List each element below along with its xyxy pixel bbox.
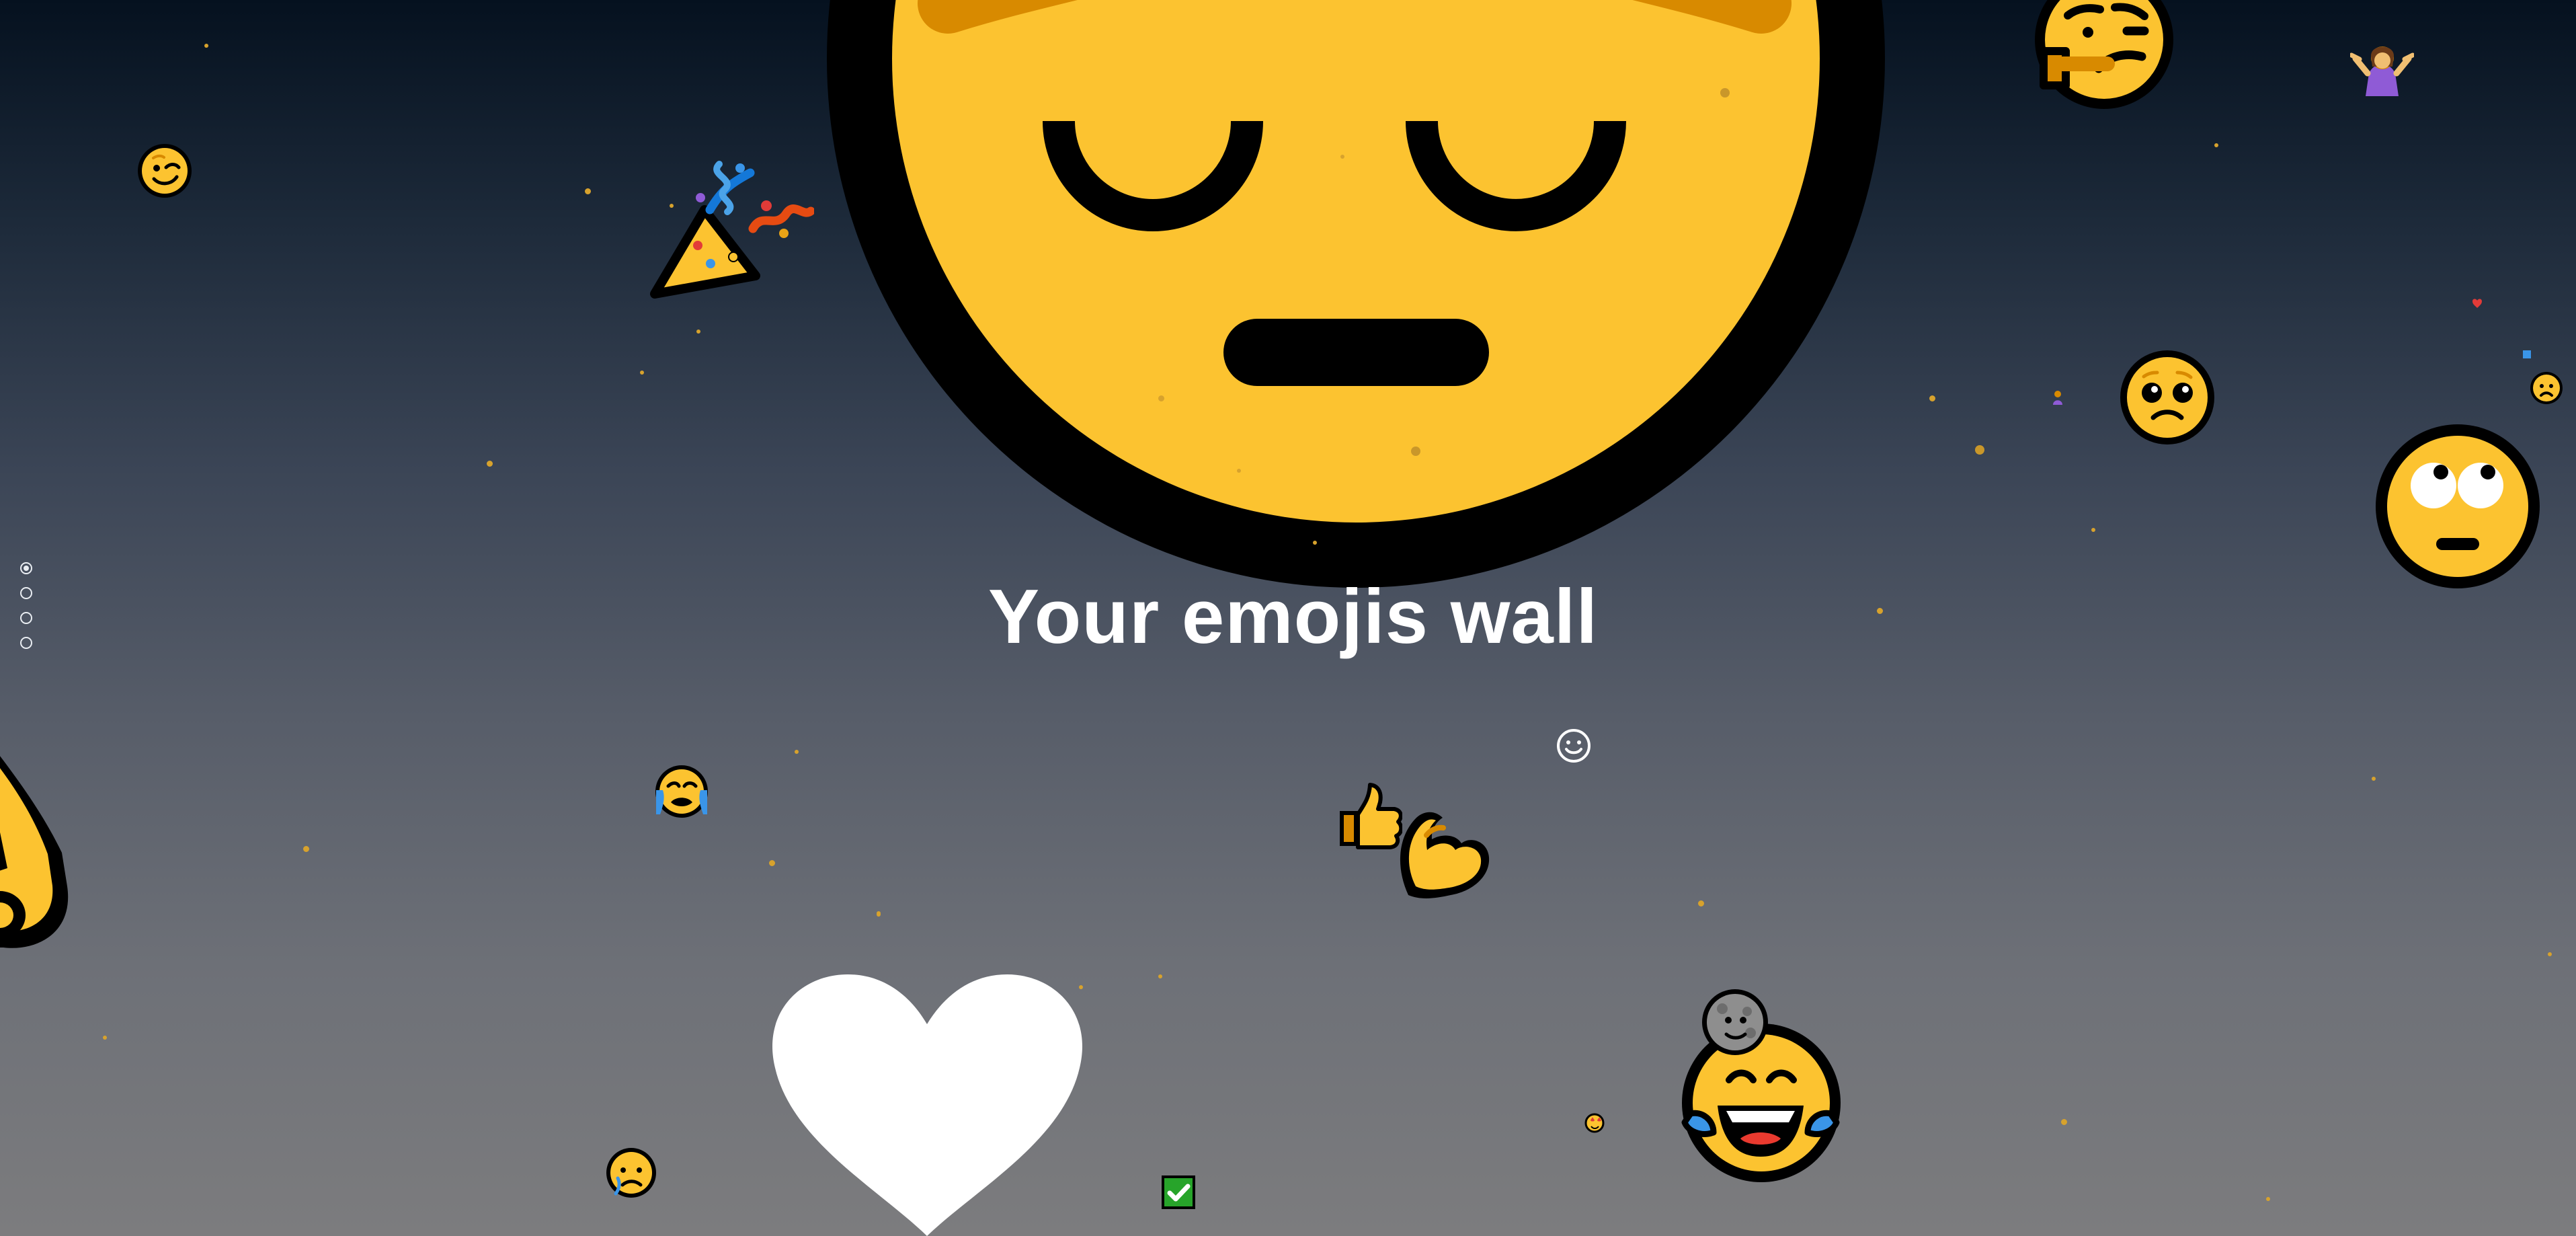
- face-with-rolling-eyes-icon: [2376, 424, 2540, 588]
- white-heart-icon: [772, 974, 1082, 1236]
- tiny-particle: [2061, 1119, 2067, 1125]
- tiny-particle: [487, 461, 493, 467]
- nav-dot-1[interactable]: [20, 562, 32, 574]
- ok-hand-icon: [0, 756, 69, 948]
- tiny-particle: [670, 204, 674, 208]
- small-heart-icon: [2472, 299, 2482, 308]
- tiny-particle: [1929, 395, 1935, 401]
- sad-but-relieved-face-icon: [606, 1148, 656, 1198]
- tiny-particle: [1237, 469, 1241, 473]
- loudly-crying-face-icon: [655, 765, 708, 818]
- tiny-particle: [303, 846, 309, 852]
- tiny-particle: [696, 330, 700, 334]
- tiny-particle: [2266, 1197, 2270, 1201]
- tiny-particle: [1340, 155, 1344, 159]
- person-shrugging-icon: [2350, 46, 2414, 96]
- flexed-biceps-icon: [1400, 812, 1490, 898]
- pleading-face-icon: [2120, 350, 2214, 445]
- nav-dot-4[interactable]: [20, 637, 32, 649]
- nav-dot-2[interactable]: [20, 587, 32, 599]
- tiny-particle: [1411, 447, 1420, 456]
- tiny-particle: [877, 913, 881, 917]
- nav-dot-3[interactable]: [20, 612, 32, 624]
- tiny-particle: [769, 860, 775, 866]
- emoji-wall-stage: Your emojis wall: [0, 0, 2576, 1236]
- tiny-particle: [585, 188, 591, 194]
- thinking-face-icon: [2035, 0, 2173, 109]
- tiny-particle: [1158, 974, 1162, 978]
- slide-navigation[interactable]: [20, 562, 36, 649]
- blue-square-icon: [2523, 350, 2531, 358]
- new-moon-face-icon: [1702, 989, 1768, 1055]
- check-mark-button-icon: [1162, 1175, 1195, 1209]
- tiny-particle: [1877, 608, 1883, 614]
- tiny-particle: [204, 44, 208, 48]
- tiny-particle: [1079, 985, 1083, 989]
- tiny-particle: [795, 750, 799, 754]
- tiny-particle: [2214, 143, 2218, 147]
- worried-face-icon: [2530, 372, 2563, 404]
- page-title: Your emojis wall: [988, 574, 1599, 660]
- tiny-particle: [1698, 900, 1704, 906]
- tiny-particle: [1313, 541, 1317, 545]
- person-small-icon: [2053, 391, 2062, 405]
- star-struck-face-icon: [1584, 1113, 1605, 1133]
- party-popper-icon: [650, 161, 814, 299]
- tiny-particle: [103, 1036, 107, 1040]
- tiny-particle: [1975, 445, 1984, 455]
- smiley-outline-icon[interactable]: [1554, 726, 1593, 765]
- tiny-particle: [640, 371, 644, 375]
- tiny-particle: [1158, 395, 1164, 401]
- tiny-particle: [1720, 88, 1730, 98]
- winking-face-icon: [138, 144, 192, 198]
- tiny-particle: [2372, 777, 2376, 781]
- tiny-particle: [2091, 528, 2095, 532]
- tiny-particle: [2548, 952, 2552, 956]
